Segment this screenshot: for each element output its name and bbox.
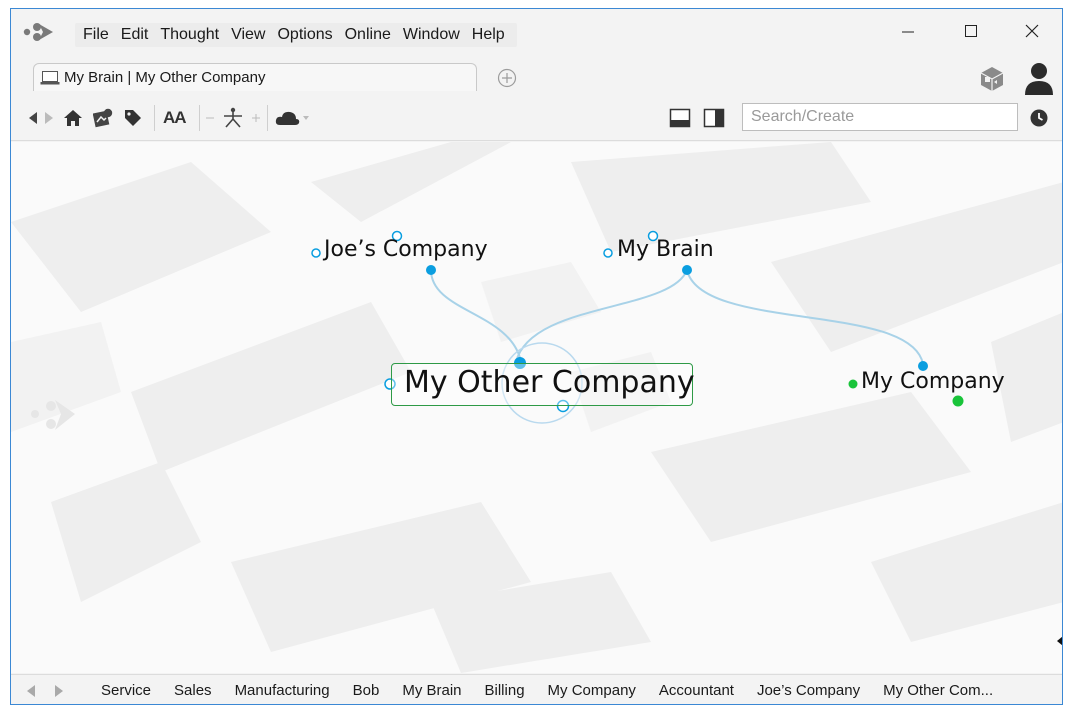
user-icon[interactable]	[1023, 61, 1055, 95]
tab-row: My Brain | My Other Company	[11, 59, 1062, 95]
layout-increase-button[interactable]	[251, 107, 261, 129]
toolbar-divider	[154, 105, 155, 131]
minus-icon	[206, 117, 214, 119]
minimize-icon	[902, 31, 914, 33]
history-item[interactable]: Sales	[174, 682, 235, 699]
laptop-icon	[40, 70, 60, 84]
history-item[interactable]: My Company	[548, 682, 659, 699]
history-bar: Service Sales Manufacturing Bob My Brain…	[11, 674, 1062, 704]
thought-my-brain[interactable]: My Brain	[617, 237, 714, 262]
tag-icon	[125, 110, 141, 126]
gate-my-brain-jump	[603, 248, 613, 258]
history-item[interactable]: Billing	[485, 682, 548, 699]
close-icon	[1025, 24, 1039, 38]
cloud-button[interactable]	[275, 107, 311, 129]
panel-bottom-icon	[669, 108, 691, 128]
right-panel-button[interactable]	[703, 107, 725, 129]
brain-icon	[93, 108, 113, 128]
layout-decrease-button[interactable]	[205, 107, 215, 129]
clock-icon	[1030, 109, 1048, 127]
home-button[interactable]	[63, 107, 83, 129]
toolbar: AA	[11, 95, 1062, 141]
collapse-panel-icon[interactable]	[1056, 635, 1063, 647]
app-window: File Edit Thought View Options Online Wi…	[10, 8, 1063, 705]
history-item[interactable]: Manufacturing	[235, 682, 353, 699]
menu-file[interactable]: File	[79, 25, 117, 45]
tab-label: My Brain | My Other Company	[64, 69, 266, 86]
search-input[interactable]	[742, 103, 1018, 131]
font-size-label: AA	[163, 108, 187, 127]
history-clock-button[interactable]	[1029, 107, 1049, 129]
menu-options[interactable]: Options	[273, 25, 340, 45]
bottom-panel-button[interactable]	[669, 107, 691, 129]
plus-icon	[252, 114, 260, 122]
thought-joes-company[interactable]: Joe’s Company	[324, 237, 488, 262]
menu-window[interactable]: Window	[399, 25, 468, 45]
minimize-button[interactable]	[888, 15, 928, 47]
tags-button[interactable]	[123, 107, 143, 129]
gate-joes-company-jump	[311, 248, 321, 258]
layout-button[interactable]	[221, 107, 245, 129]
toolbar-divider	[267, 105, 268, 131]
maximize-icon	[965, 25, 977, 37]
menu-online[interactable]: Online	[341, 25, 399, 45]
gate-my-company-child	[952, 395, 964, 407]
cloud-icon	[275, 111, 309, 125]
title-bar: File Edit Thought View Options Online Wi…	[11, 9, 1062, 59]
history-forward-icon[interactable]	[53, 684, 65, 698]
gate-my-company-jump	[848, 379, 858, 389]
home-icon	[64, 110, 82, 126]
app-logo-icon[interactable]	[23, 21, 59, 43]
layout-icon	[224, 107, 242, 128]
forward-button[interactable]	[43, 107, 55, 129]
history-list: Service Sales Manufacturing Bob My Brain…	[101, 682, 1016, 699]
back-button[interactable]	[27, 107, 39, 129]
history-item[interactable]: My Other Com...	[883, 682, 1016, 699]
menu-view[interactable]: View	[227, 25, 273, 45]
menu-edit[interactable]: Edit	[117, 25, 157, 45]
history-item[interactable]: Service	[101, 682, 174, 699]
toolbar-divider	[199, 105, 200, 131]
history-item[interactable]: My Brain	[402, 682, 484, 699]
canvas-background	[11, 142, 1062, 673]
plex-icon[interactable]	[977, 63, 1007, 93]
back-arrow-icon	[29, 112, 37, 124]
close-button[interactable]	[1012, 15, 1052, 47]
thought-active[interactable]: My Other Company	[404, 365, 695, 400]
menu-help[interactable]: Help	[468, 25, 513, 45]
history-item[interactable]: Joe’s Company	[757, 682, 883, 699]
thought-my-company[interactable]: My Company	[861, 369, 1005, 394]
maximize-button[interactable]	[951, 15, 991, 47]
tab-brain[interactable]: My Brain | My Other Company	[33, 63, 477, 91]
menu-thought[interactable]: Thought	[156, 25, 227, 45]
add-tab-icon[interactable]	[497, 68, 517, 88]
brain-button[interactable]	[93, 107, 115, 129]
gate-my-brain-child	[682, 265, 692, 275]
history-item[interactable]: Bob	[353, 682, 403, 699]
history-item[interactable]: Accountant	[659, 682, 757, 699]
font-size-button[interactable]: AA	[163, 107, 187, 129]
plex-canvas[interactable]: Joe’s Company My Brain My Other Company …	[11, 142, 1063, 673]
history-back-icon[interactable]	[25, 684, 37, 698]
forward-arrow-icon	[45, 112, 53, 124]
gate-joes-company-child	[426, 265, 436, 275]
panel-right-icon	[703, 108, 725, 128]
menu-bar: File Edit Thought View Options Online Wi…	[75, 23, 517, 47]
